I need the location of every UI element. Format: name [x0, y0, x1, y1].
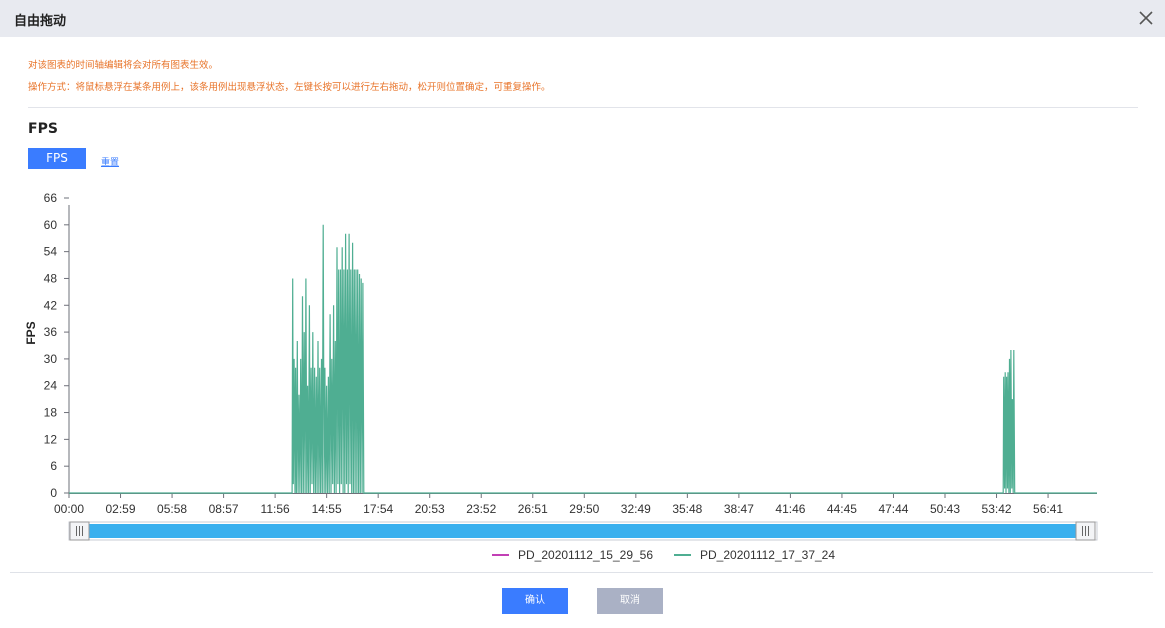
- close-icon[interactable]: [1137, 9, 1155, 27]
- x-tick-label: 02:59: [106, 502, 136, 516]
- x-tick-label: 00:00: [54, 502, 84, 516]
- x-tick-label: 11:56: [261, 502, 290, 516]
- legend-item-2[interactable]: PD_20201112_17_37_24: [674, 548, 835, 562]
- y-axis-label: FPS: [24, 321, 38, 344]
- y-tick-label: 36: [44, 325, 58, 339]
- x-tick-label: 20:53: [415, 502, 445, 516]
- x-tick-label: 56:41: [1033, 502, 1063, 516]
- x-tick-label: 41:46: [775, 502, 805, 516]
- cancel-button: 取消: [597, 588, 663, 614]
- y-tick-label: 42: [44, 298, 58, 312]
- y-tick-label: 18: [44, 406, 58, 420]
- fps-chart: 0 6 12 18 24 30 36 42 48 54 60 66 00:00 02:59 05:58 08…: [24, 191, 1098, 562]
- y-tick-label: 48: [44, 271, 58, 285]
- dialog-header: 自由拖动: [0, 0, 1165, 37]
- x-tick-label: 32:49: [621, 502, 651, 516]
- x-tick-label: 14:55: [312, 502, 342, 516]
- y-tick-label: 30: [44, 352, 58, 366]
- x-tick-label: 23:52: [466, 502, 496, 516]
- legend-label: PD_20201112_17_37_24: [700, 548, 835, 562]
- section-title: FPS: [28, 121, 58, 137]
- y-tick-label: 12: [44, 432, 58, 446]
- x-tick-label: 50:43: [930, 502, 960, 516]
- x-tick-label: 05:58: [157, 502, 187, 516]
- reset-link[interactable]: 重置: [101, 155, 119, 168]
- series-line-2[interactable]: [69, 224, 1097, 494]
- x-tick-label: 17:54: [363, 502, 393, 516]
- x-tick-label: 35:48: [672, 502, 702, 516]
- x-tick-label: 53:42: [982, 502, 1012, 516]
- x-tick-label: 29:50: [569, 502, 599, 516]
- x-tick-label: 08:57: [209, 502, 239, 516]
- x-tick-label: 38:47: [724, 502, 754, 516]
- info-note-2: 操作方式：将鼠标悬浮在某条用例上，该条用例出现悬浮状态，左键长按可以进行左右拖动…: [28, 82, 551, 93]
- zoom-slider-track[interactable]: [80, 524, 1086, 538]
- y-tick-label: 6: [50, 459, 57, 473]
- zoom-handle-left[interactable]: [69, 521, 90, 541]
- y-tick-label: 60: [44, 218, 58, 232]
- legend-item-1[interactable]: PD_20201112_15_29_56: [492, 548, 653, 562]
- dialog-title: 自由拖动: [14, 14, 67, 29]
- y-tick-label: 0: [50, 486, 57, 500]
- confirm-button[interactable]: 确认: [502, 588, 568, 614]
- zoom-handle-right[interactable]: [1075, 521, 1096, 541]
- info-note-1: 对该图表的时间轴编辑将会对所有图表生效。: [28, 60, 219, 71]
- y-tick-label: 24: [44, 379, 58, 393]
- y-tick-label: 54: [44, 245, 58, 259]
- x-tick-label: 47:44: [878, 502, 908, 516]
- divider: [28, 107, 1138, 108]
- y-tick-label: 66: [44, 191, 58, 205]
- x-tick-label: 44:45: [827, 502, 857, 516]
- tab-fps[interactable]: FPS: [28, 148, 86, 169]
- x-tick-label: 26:51: [518, 502, 548, 516]
- footer-divider: [10, 572, 1153, 573]
- legend-label: PD_20201112_15_29_56: [518, 548, 653, 562]
